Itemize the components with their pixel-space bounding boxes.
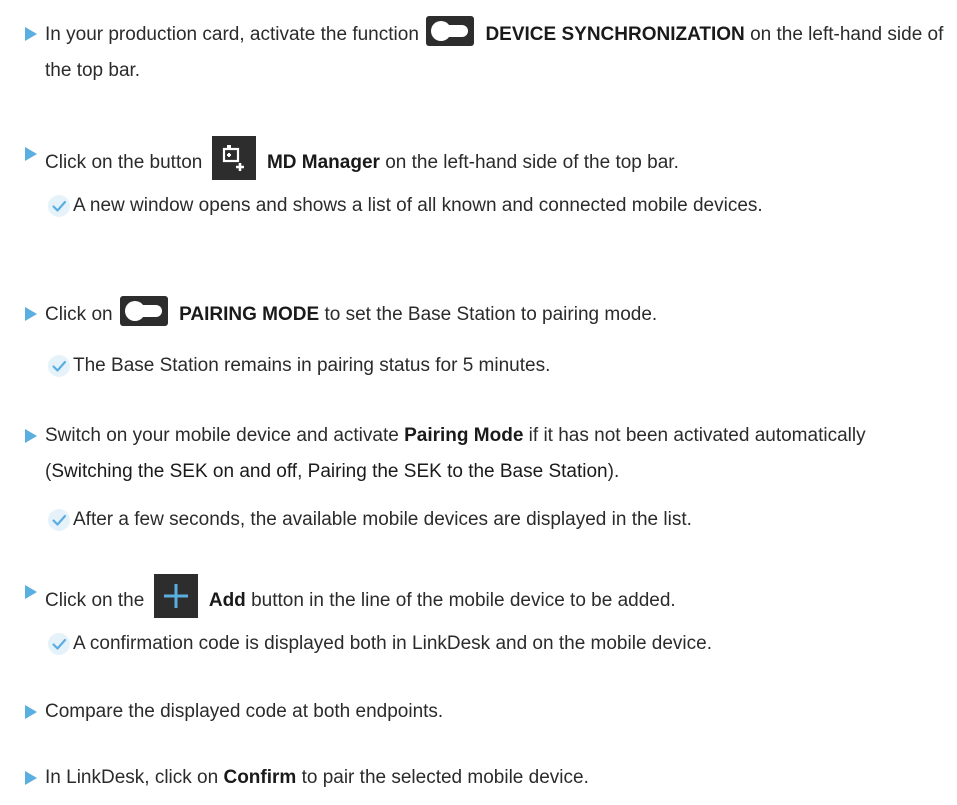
step-2-text-after: on the left-hand side of the top bar. — [385, 152, 679, 173]
step-7: In LinkDesk, click on Confirm to pair th… — [25, 760, 945, 796]
close-paren: ). — [607, 461, 620, 482]
step-text: Switch on your mobile device and activat… — [45, 418, 945, 490]
step-3: Click on PAIRING MODE to set the Base St… — [25, 296, 945, 333]
step-arrow-icon — [25, 705, 37, 719]
step-2: Click on the button MD Manager on the le… — [25, 136, 945, 181]
step-5-text-after: button in the line of the mobile device … — [251, 590, 676, 611]
toggle-icon — [119, 296, 168, 326]
step-2-text-before: Click on the button — [45, 152, 203, 173]
step-5: Click on the Add button in the line of t… — [25, 574, 945, 619]
step-3-text-after: to set the Base Station to pairing mode. — [324, 304, 658, 325]
result-5: A confirmation code is displayed both in… — [47, 626, 945, 662]
step-7-text-after: to pair the selected mobile device. — [301, 767, 589, 788]
step-1-text-before: In your production card, activate the fu… — [45, 24, 419, 45]
step-4: Switch on your mobile device and activat… — [25, 418, 945, 490]
pairing-mode-label: PAIRING MODE — [179, 304, 320, 325]
confirm-label: Confirm — [223, 767, 297, 788]
step-6: Compare the displayed code at both endpo… — [25, 694, 945, 730]
check-circle-icon — [48, 195, 70, 217]
result-3: The Base Station remains in pairing stat… — [47, 348, 945, 384]
result-2: A new window opens and shows a list of a… — [47, 188, 945, 224]
step-arrow-icon — [25, 585, 37, 599]
md-manager-icon — [211, 136, 256, 180]
pairing-sek-link[interactable]: Pairing the SEK to the Base Station — [308, 461, 608, 482]
step-arrow-icon — [25, 27, 37, 41]
check-circle-icon — [48, 633, 70, 655]
device-synchronization-label: DEVICE SYNCHRONIZATION — [485, 24, 745, 45]
step-5-text-before: Click on the — [45, 590, 145, 611]
step-text: Click on the button MD Manager on the le… — [45, 136, 945, 181]
check-circle-icon — [48, 355, 70, 377]
step-arrow-icon — [25, 771, 37, 785]
step-text: In LinkDesk, click on Confirm to pair th… — [45, 760, 945, 796]
check-circle-icon — [48, 509, 70, 531]
step-arrow-icon — [25, 147, 37, 161]
step-4-text-before: Switch on your mobile device and activat… — [45, 425, 399, 446]
step-text: Click on PAIRING MODE to set the Base St… — [45, 296, 945, 333]
step-arrow-icon — [25, 307, 37, 321]
step-text: Click on the Add button in the line of t… — [45, 574, 945, 619]
step-7-text-before: In LinkDesk, click on — [45, 767, 219, 788]
result-text: After a few seconds, the available mobil… — [73, 509, 692, 530]
toggle-icon — [426, 16, 475, 46]
separator: , — [297, 461, 303, 482]
step-text: Compare the displayed code at both endpo… — [45, 701, 444, 722]
step-3-text-before: Click on — [45, 304, 113, 325]
pairing-mode-label: Pairing Mode — [404, 425, 524, 446]
switching-sek-link[interactable]: Switching the SEK on and off — [51, 461, 297, 482]
add-label: Add — [208, 590, 246, 611]
plus-icon — [153, 574, 198, 618]
result-text: The Base Station remains in pairing stat… — [73, 355, 551, 376]
result-4: After a few seconds, the available mobil… — [47, 502, 945, 538]
step-1: In your production card, activate the fu… — [25, 16, 945, 89]
md-manager-label: MD Manager — [266, 152, 380, 173]
step-arrow-icon — [25, 429, 37, 443]
result-text: A confirmation code is displayed both in… — [73, 633, 712, 654]
step-text: In your production card, activate the fu… — [45, 16, 945, 89]
result-text: A new window opens and shows a list of a… — [73, 195, 763, 216]
